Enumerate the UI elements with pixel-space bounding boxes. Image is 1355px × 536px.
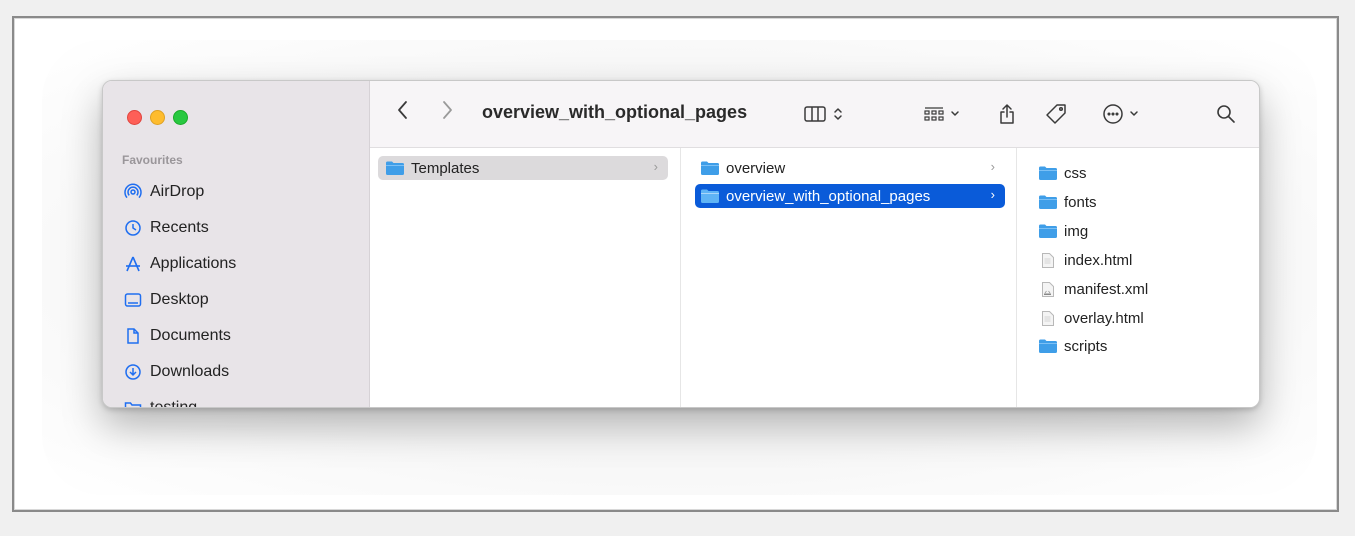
back-button[interactable] [396, 98, 410, 122]
item-name: fonts [1064, 193, 1097, 211]
chevron-down-icon [951, 111, 959, 116]
item-name: overview [726, 159, 786, 177]
item-name: Templates [411, 159, 480, 177]
share-button[interactable] [998, 102, 1016, 126]
list-item-css[interactable]: css [1039, 161, 1239, 185]
chevron-down-icon [1130, 111, 1138, 116]
sidebar-item-documents[interactable]: Documents [103, 318, 369, 354]
sidebar-item-label: Recents [150, 219, 209, 236]
clock-icon [125, 220, 141, 236]
window-title: overview_with_optional_pages [482, 102, 748, 122]
minimize-button[interactable] [150, 110, 165, 125]
forward-button[interactable] [440, 98, 454, 122]
group-button[interactable] [923, 102, 961, 126]
toolbar: overview_with_optional_pages [370, 81, 1259, 148]
sidebar-item-applications[interactable]: Applications [103, 246, 369, 282]
chevron-right-icon: › [990, 159, 995, 174]
xml-file-icon [1042, 281, 1054, 297]
view-mode-button[interactable] [804, 102, 844, 126]
window-controls [127, 110, 188, 125]
ellipsis-circle-icon [1103, 104, 1123, 124]
list-item-overview[interactable]: overview › [695, 156, 1005, 180]
folder-icon [1039, 195, 1057, 209]
zoom-button[interactable] [173, 110, 188, 125]
applications-icon [126, 256, 140, 272]
folder-icon [1039, 166, 1057, 180]
tag-button[interactable] [1045, 102, 1067, 126]
document-file-icon [1042, 252, 1054, 268]
list-item-manifest-xml[interactable]: manifest.xml [1039, 277, 1239, 301]
sidebar-item-desktop[interactable]: Desktop [103, 282, 369, 318]
columns-view-icon [804, 106, 826, 122]
folder-icon [1039, 224, 1057, 238]
share-icon [1000, 104, 1014, 124]
item-name: manifest.xml [1064, 280, 1149, 298]
sidebar: Favourites AirDrop Recents Applications … [103, 81, 370, 407]
folder-icon [701, 189, 719, 203]
list-item-overview-with-optional-pages[interactable]: overview_with_optional_pages › [695, 184, 1005, 208]
chevron-right-icon: › [653, 159, 658, 174]
sidebar-item-downloads[interactable]: Downloads [103, 354, 369, 390]
desktop-icon [124, 293, 142, 307]
search-button[interactable] [1216, 102, 1236, 126]
sidebar-item-label: Documents [150, 327, 231, 344]
sidebar-item-label: AirDrop [150, 183, 205, 200]
close-button[interactable] [127, 110, 142, 125]
sidebar-item-airdrop[interactable]: AirDrop [103, 174, 369, 210]
sidebar-item-label: Desktop [150, 291, 209, 308]
list-item-scripts[interactable]: scripts [1039, 334, 1239, 358]
chevron-left-icon [398, 101, 407, 119]
chevron-up-down-icon [834, 108, 842, 120]
chevron-right-icon: › [990, 187, 995, 202]
list-item-img[interactable]: img [1039, 219, 1239, 243]
column-2: overview › overview_with_optional_pages … [681, 148, 1017, 407]
item-name: index.html [1064, 251, 1133, 269]
folder-icon [1039, 339, 1057, 353]
item-name: css [1064, 164, 1087, 182]
folder-icon [701, 161, 719, 175]
sidebar-item-label: Downloads [150, 363, 230, 380]
sidebar-list: AirDrop Recents Applications Desktop Doc… [103, 174, 369, 408]
list-item-index-html[interactable]: index.html [1039, 248, 1239, 272]
document-icon [127, 328, 139, 344]
finder-window: Favourites AirDrop Recents Applications … [102, 80, 1260, 408]
more-actions-button[interactable] [1102, 102, 1140, 126]
column-browser: Templates › overview › overview_with_opt… [370, 148, 1259, 407]
folder-icon [386, 161, 404, 175]
search-icon [1217, 105, 1235, 123]
sidebar-item-recents[interactable]: Recents [103, 210, 369, 246]
airdrop-icon [124, 183, 142, 199]
item-name: overview_with_optional_pages [726, 187, 931, 205]
column-3: css fonts img index.html manifest.xml ov… [1017, 148, 1259, 407]
list-item-fonts[interactable]: fonts [1039, 190, 1239, 214]
item-name: scripts [1064, 337, 1108, 355]
sidebar-item-label: testing [150, 399, 198, 408]
sidebar-heading-favourites: Favourites [122, 153, 183, 167]
document-file-icon [1042, 310, 1054, 326]
chevron-right-icon [443, 101, 452, 119]
sidebar-item-testing[interactable]: testing [103, 390, 369, 408]
download-icon [125, 364, 141, 380]
item-name: overlay.html [1064, 309, 1144, 327]
item-name: img [1064, 222, 1089, 240]
list-item-overlay-html[interactable]: overlay.html [1039, 306, 1239, 330]
list-item-templates[interactable]: Templates › [378, 156, 668, 180]
sidebar-item-label: Applications [150, 255, 237, 272]
folder-icon [124, 402, 142, 407]
column-1: Templates › [370, 148, 681, 407]
tag-icon [1046, 104, 1066, 124]
group-grid-icon [924, 107, 944, 121]
